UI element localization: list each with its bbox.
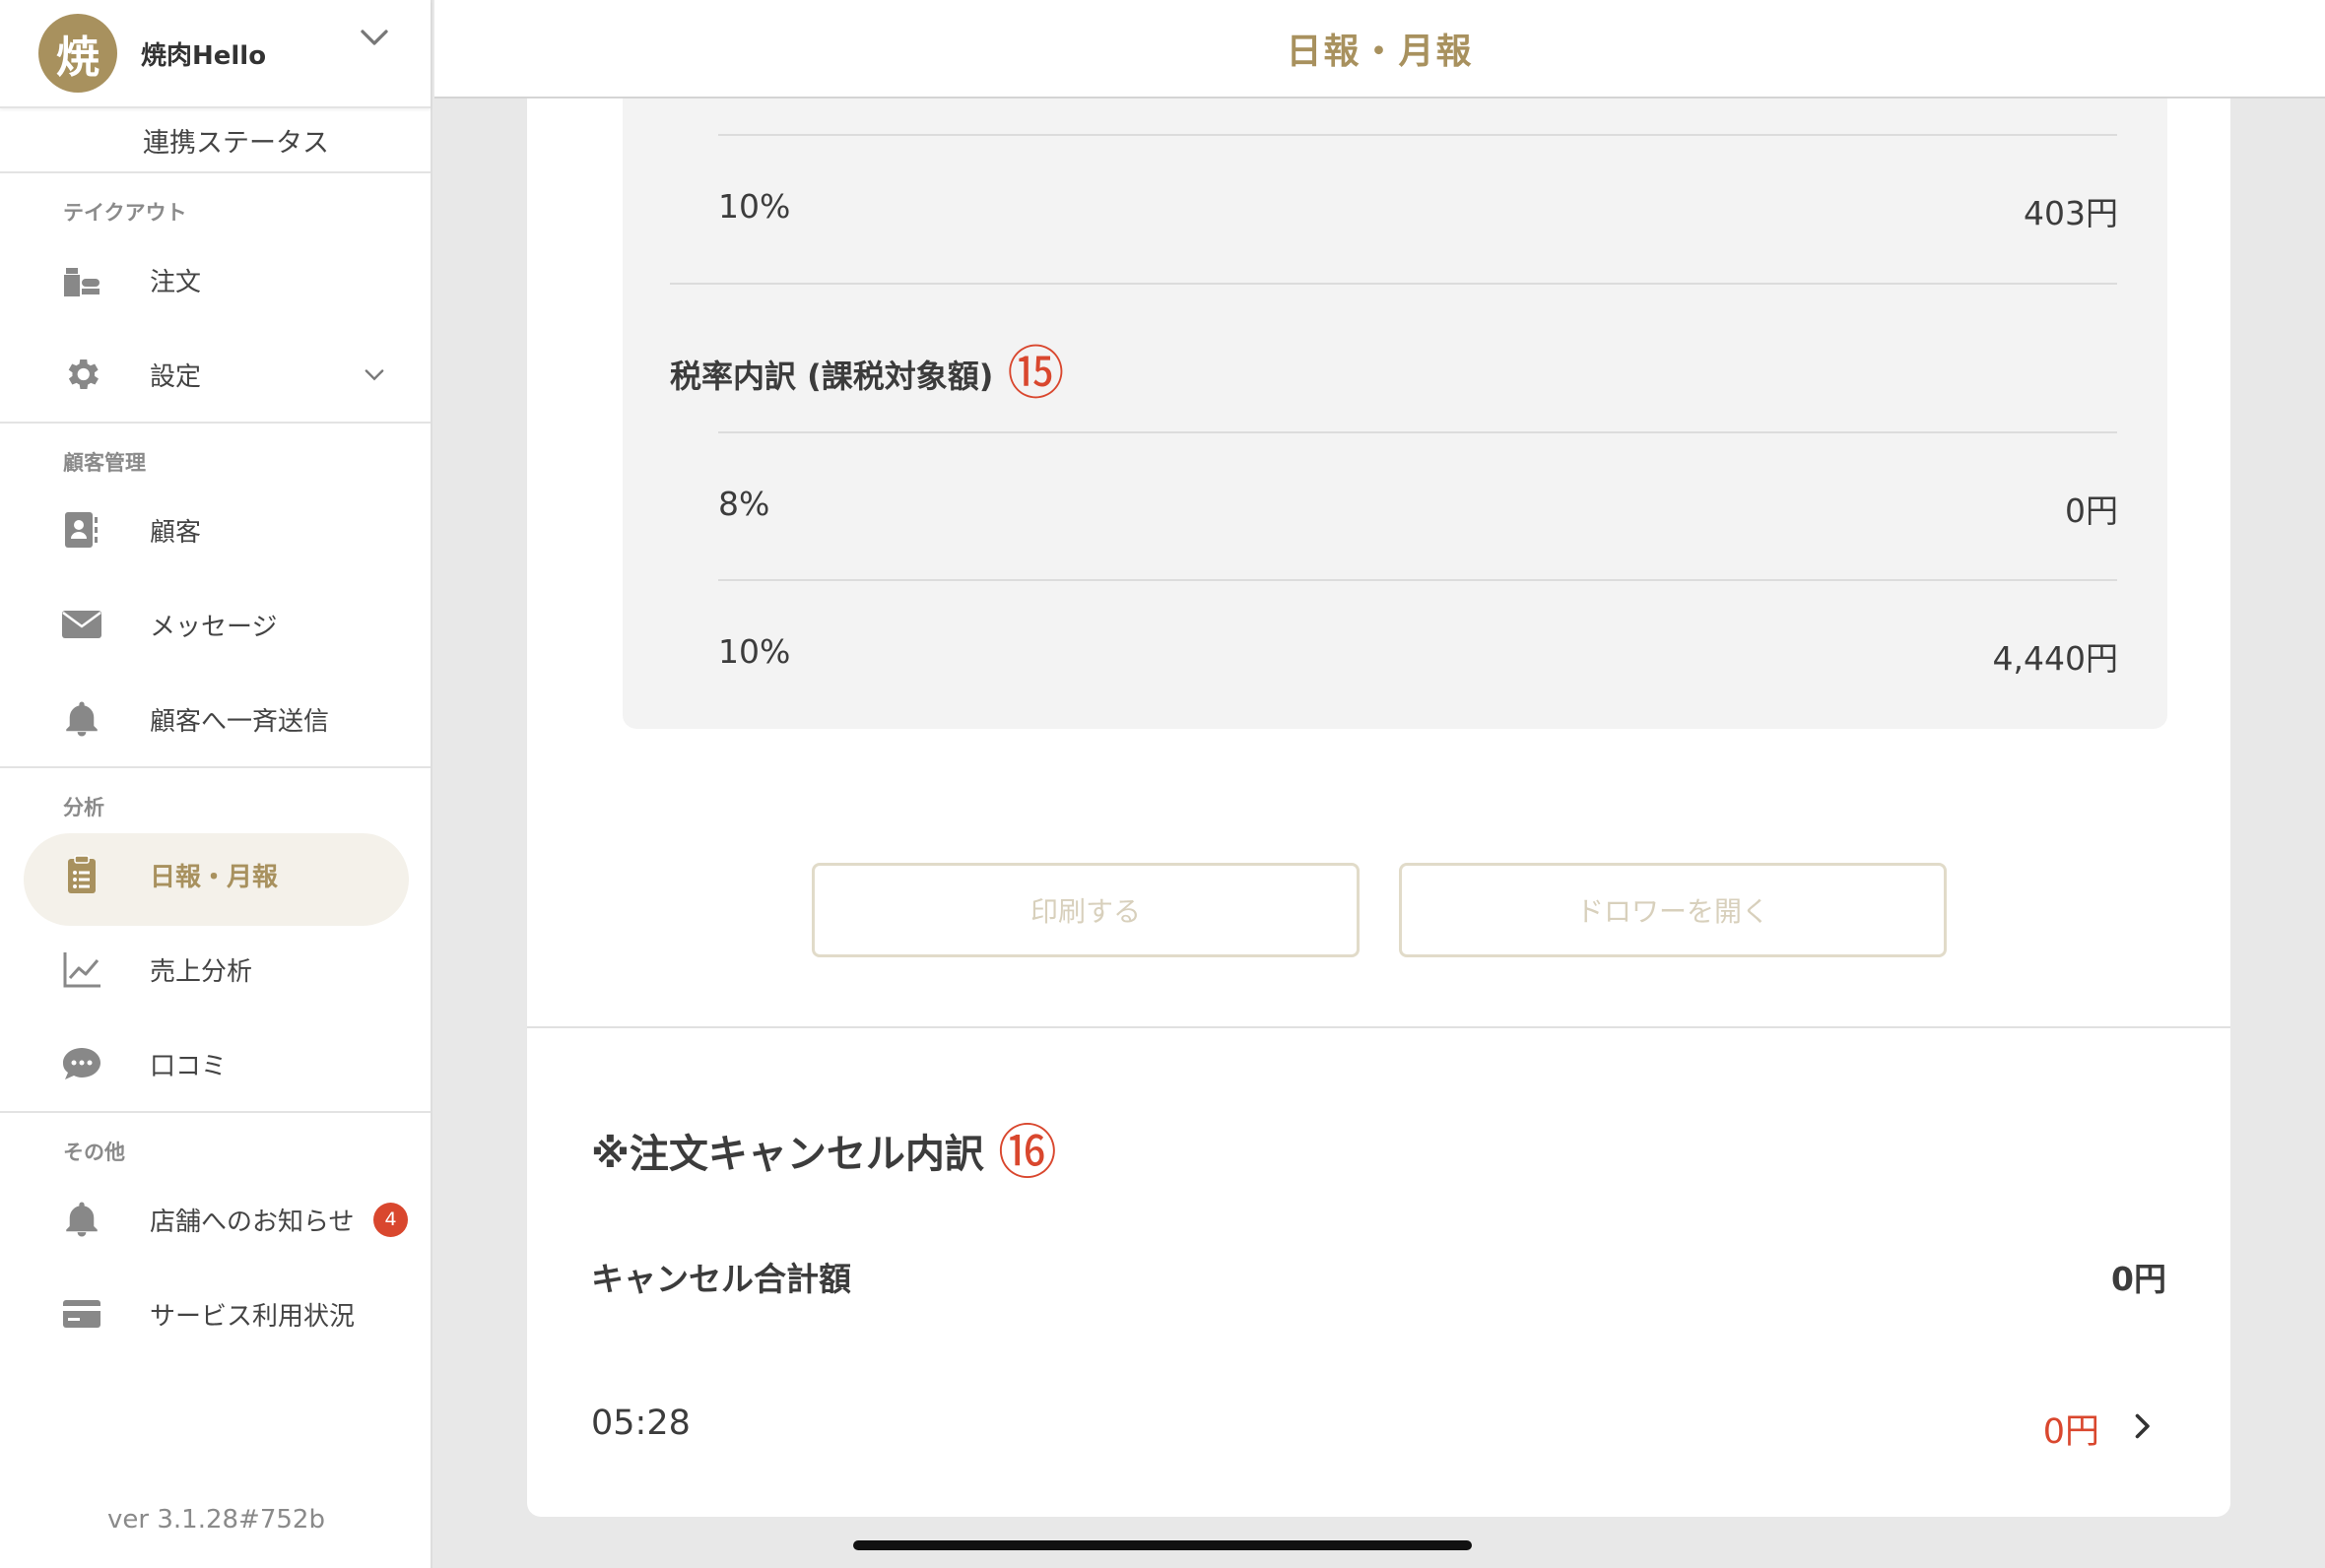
gear-icon bbox=[61, 354, 102, 395]
sidebar-item-link-status[interactable]: 連携ステータス bbox=[0, 108, 431, 173]
tax-breakdown-title: 税率内訳 (課税対象額) ⑮ bbox=[670, 327, 1064, 410]
tax-amount-value: 403円 bbox=[2024, 194, 2118, 232]
tax-rate-label: 10% bbox=[718, 187, 791, 226]
page-title: 日報・月報 bbox=[1286, 32, 1474, 72]
section-analytics: 分析 日報・月報 売上分析 口コミ bbox=[0, 768, 431, 1113]
sidebar-item-label: 設定 bbox=[150, 361, 202, 392]
taxable-rate-10-label: 10% bbox=[718, 632, 791, 671]
sidebar-item-label: サービス利用状況 bbox=[150, 1301, 356, 1332]
bell-icon bbox=[61, 698, 102, 740]
tax-breakdown-panel: 10% 403円 税率内訳 (課税対象額) ⑮ 8% 0円 10% 4,440円 bbox=[623, 98, 2167, 729]
store-switcher[interactable]: 焼 焼肉Hello bbox=[0, 0, 431, 108]
envelope-icon bbox=[61, 604, 102, 645]
cancel-breakdown-title: ※注文キャンセル内訳 ⑯ bbox=[591, 1105, 1057, 1191]
sidebar-item-reviews[interactable]: 口コミ bbox=[0, 1016, 431, 1111]
sidebar-item-label: 売上分析 bbox=[150, 956, 253, 987]
cancel-entry-amount: 0円 bbox=[2042, 1412, 2099, 1452]
sidebar-item-settings[interactable]: 設定 bbox=[0, 327, 431, 422]
section-title-other: その他 bbox=[63, 1141, 125, 1164]
sidebar-item-messages[interactable]: メッセージ bbox=[0, 577, 431, 672]
divider bbox=[718, 431, 2117, 433]
section-title-takeout: テイクアウト bbox=[63, 201, 187, 225]
divider bbox=[718, 579, 2117, 581]
sidebar-item-label: 顧客 bbox=[150, 517, 202, 548]
sidebar-item-broadcast[interactable]: 顧客へ一斉送信 bbox=[0, 672, 431, 766]
cancel-total-value: 0円 bbox=[2111, 1260, 2166, 1298]
sidebar-item-label: メッセージ bbox=[150, 612, 278, 642]
cancel-breakdown-title-text: ※注文キャンセル内訳 bbox=[591, 1132, 984, 1177]
store-avatar: 焼 bbox=[38, 14, 117, 93]
sidebar-item-label: 注文 bbox=[150, 267, 202, 297]
sidebar-item-customers[interactable]: 顧客 bbox=[0, 483, 431, 577]
chevron-down-icon bbox=[365, 369, 384, 381]
sidebar-item-label: 口コミ bbox=[150, 1051, 228, 1081]
report-card: 10% 403円 税率内訳 (課税対象額) ⑮ 8% 0円 10% 4,440円 … bbox=[527, 98, 2230, 1517]
home-indicator bbox=[853, 1540, 1472, 1550]
store-name: 焼肉Hello bbox=[141, 40, 267, 71]
top-bar: 日報・月報 bbox=[434, 0, 2325, 98]
line-chart-icon bbox=[61, 948, 102, 990]
section-customer: 顧客管理 顧客 メッセージ 顧客へ一斉送信 bbox=[0, 424, 431, 768]
divider bbox=[670, 283, 2117, 285]
sidebar-item-service-usage[interactable]: サービス利用状況 bbox=[0, 1267, 431, 1361]
notification-badge: 4 bbox=[373, 1202, 408, 1237]
section-other: その他 店舗へのお知らせ 4 サービス利用状況 bbox=[0, 1113, 431, 1361]
section-divider bbox=[527, 1026, 2230, 1028]
speech-bubble-icon bbox=[61, 1043, 102, 1084]
sidebar-item-store-notices[interactable]: 店舗へのお知らせ 4 bbox=[0, 1172, 431, 1267]
takeout-bag-icon bbox=[61, 259, 102, 300]
taxable-rate-10-value: 4,440円 bbox=[1992, 639, 2118, 678]
sidebar-item-sales-analysis[interactable]: 売上分析 bbox=[0, 922, 431, 1016]
annotation-marker-15: ⑮ bbox=[1007, 340, 1065, 407]
sidebar-item-daily-monthly[interactable]: 日報・月報 bbox=[0, 827, 431, 926]
clipboard-list-icon bbox=[61, 854, 102, 895]
contact-card-icon bbox=[61, 509, 102, 551]
sidebar-item-label: 日報・月報 bbox=[150, 862, 279, 892]
credit-card-icon bbox=[61, 1293, 102, 1335]
cancel-total-label: キャンセル合計額 bbox=[591, 1260, 851, 1298]
taxable-rate-8-value: 0円 bbox=[2065, 491, 2118, 530]
section-title-analytics: 分析 bbox=[63, 796, 104, 819]
taxable-rate-8-label: 8% bbox=[718, 485, 770, 523]
cancel-entry-time: 05:28 bbox=[591, 1404, 691, 1443]
sidebar-item-label: 店舗へのお知らせ bbox=[150, 1207, 355, 1237]
divider bbox=[718, 134, 2117, 136]
sidebar-item-order[interactable]: 注文 bbox=[0, 232, 431, 327]
app-version: ver 3.1.28#752b bbox=[107, 1505, 325, 1535]
sidebar: 焼 焼肉Hello 連携ステータス テイクアウト 注文 設定 顧客管理 顧客 メ… bbox=[0, 0, 432, 1568]
print-button[interactable]: 印刷する bbox=[812, 863, 1360, 957]
sidebar-item-label: 顧客へ一斉送信 bbox=[150, 706, 330, 737]
section-title-customer: 顧客管理 bbox=[63, 451, 146, 475]
tax-breakdown-title-text: 税率内訳 (課税対象額) bbox=[670, 358, 994, 395]
chevron-right-icon[interactable] bbox=[2124, 1408, 2159, 1444]
bell-icon bbox=[61, 1199, 102, 1240]
open-drawer-button[interactable]: ドロワーを開く bbox=[1399, 863, 1947, 957]
annotation-marker-16: ⑯ bbox=[997, 1119, 1057, 1188]
section-takeout: テイクアウト 注文 設定 bbox=[0, 173, 431, 424]
chevron-down-icon[interactable] bbox=[357, 20, 392, 55]
